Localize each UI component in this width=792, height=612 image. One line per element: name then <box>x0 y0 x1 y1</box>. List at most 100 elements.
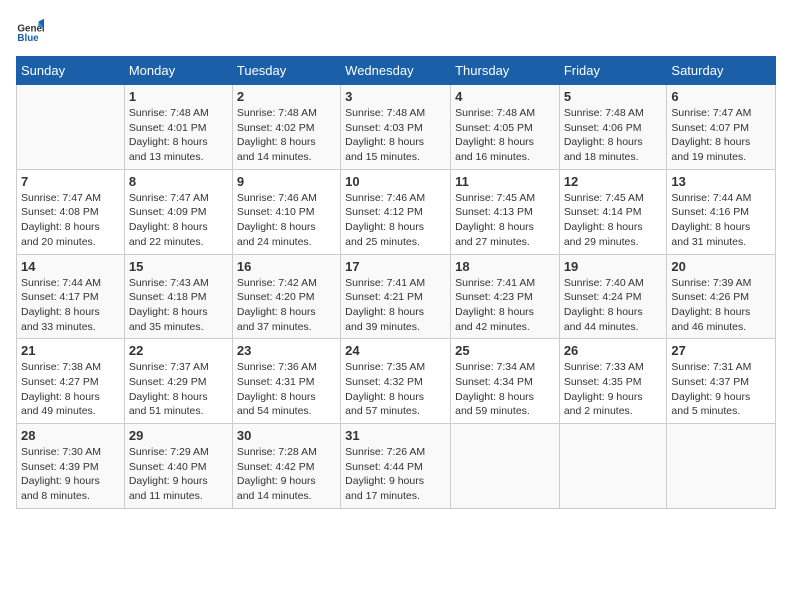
logo: General Blue <box>16 16 46 44</box>
day-info: Sunrise: 7:39 AMSunset: 4:26 PMDaylight:… <box>671 276 771 335</box>
calendar-week-3: 14 Sunrise: 7:44 AMSunset: 4:17 PMDayligh… <box>17 254 776 339</box>
calendar-cell: 11 Sunrise: 7:45 AMSunset: 4:13 PMDayligh… <box>451 169 560 254</box>
day-number: 12 <box>564 174 663 189</box>
day-info: Sunrise: 7:47 AMSunset: 4:09 PMDaylight:… <box>129 191 228 250</box>
calendar-cell: 19 Sunrise: 7:40 AMSunset: 4:24 PMDayligh… <box>559 254 667 339</box>
calendar-cell: 23 Sunrise: 7:36 AMSunset: 4:31 PMDayligh… <box>232 339 340 424</box>
day-info: Sunrise: 7:28 AMSunset: 4:42 PMDaylight:… <box>237 445 336 504</box>
calendar-cell: 5Sunrise: 7:48 AMSunset: 4:06 PMDaylight… <box>559 85 667 170</box>
day-number: 29 <box>129 428 228 443</box>
calendar-cell: 4Sunrise: 7:48 AMSunset: 4:05 PMDaylight… <box>451 85 560 170</box>
weekday-header-friday: Friday <box>559 57 667 85</box>
calendar-cell <box>559 424 667 509</box>
calendar-cell: 9Sunrise: 7:46 AMSunset: 4:10 PMDaylight… <box>232 169 340 254</box>
day-number: 30 <box>237 428 336 443</box>
calendar-cell: 15 Sunrise: 7:43 AMSunset: 4:18 PMDayligh… <box>124 254 232 339</box>
day-info: Sunrise: 7:26 AMSunset: 4:44 PMDaylight:… <box>345 445 446 504</box>
calendar-week-5: 28Sunrise: 7:30 AMSunset: 4:39 PMDayligh… <box>17 424 776 509</box>
day-number: 21 <box>21 343 120 358</box>
day-info: Sunrise: 7:36 AMSunset: 4:31 PMDaylight:… <box>237 360 336 419</box>
calendar-cell: 26 Sunrise: 7:33 AMSunset: 4:35 PMDayligh… <box>559 339 667 424</box>
day-info: Sunrise: 7:45 AMSunset: 4:13 PMDaylight:… <box>455 191 555 250</box>
day-number: 15 <box>129 259 228 274</box>
calendar-cell: 17 Sunrise: 7:41 AMSunset: 4:21 PMDayligh… <box>341 254 451 339</box>
day-number: 7 <box>21 174 120 189</box>
day-number: 5 <box>564 89 663 104</box>
day-info: Sunrise: 7:31 AMSunset: 4:37 PMDaylight:… <box>671 360 771 419</box>
day-info: Sunrise: 7:44 AMSunset: 4:17 PMDaylight:… <box>21 276 120 335</box>
day-info: Sunrise: 7:42 AMSunset: 4:20 PMDaylight:… <box>237 276 336 335</box>
calendar-cell: 18 Sunrise: 7:41 AMSunset: 4:23 PMDayligh… <box>451 254 560 339</box>
day-number: 18 <box>455 259 555 274</box>
calendar-week-4: 21 Sunrise: 7:38 AMSunset: 4:27 PMDayligh… <box>17 339 776 424</box>
day-number: 13 <box>671 174 771 189</box>
day-info: Sunrise: 7:41 AMSunset: 4:23 PMDaylight:… <box>455 276 555 335</box>
calendar-table: SundayMondayTuesdayWednesdayThursdayFrid… <box>16 56 776 509</box>
day-info: Sunrise: 7:29 AMSunset: 4:40 PMDaylight:… <box>129 445 228 504</box>
calendar-cell: 1Sunrise: 7:48 AMSunset: 4:01 PMDaylight… <box>124 85 232 170</box>
weekday-header-tuesday: Tuesday <box>232 57 340 85</box>
day-number: 3 <box>345 89 446 104</box>
calendar-cell: 21 Sunrise: 7:38 AMSunset: 4:27 PMDayligh… <box>17 339 125 424</box>
calendar-cell: 16Sunrise: 7:42 AMSunset: 4:20 PMDayligh… <box>232 254 340 339</box>
day-info: Sunrise: 7:46 AMSunset: 4:12 PMDaylight:… <box>345 191 446 250</box>
weekday-header-monday: Monday <box>124 57 232 85</box>
weekday-header-saturday: Saturday <box>667 57 776 85</box>
day-number: 20 <box>671 259 771 274</box>
calendar-week-1: 1Sunrise: 7:48 AMSunset: 4:01 PMDaylight… <box>17 85 776 170</box>
day-info: Sunrise: 7:44 AMSunset: 4:16 PMDaylight:… <box>671 191 771 250</box>
weekday-header-sunday: Sunday <box>17 57 125 85</box>
day-info: Sunrise: 7:46 AMSunset: 4:10 PMDaylight:… <box>237 191 336 250</box>
day-info: Sunrise: 7:48 AMSunset: 4:02 PMDaylight:… <box>237 106 336 165</box>
day-info: Sunrise: 7:48 AMSunset: 4:05 PMDaylight:… <box>455 106 555 165</box>
day-info: Sunrise: 7:41 AMSunset: 4:21 PMDaylight:… <box>345 276 446 335</box>
page-header: General Blue <box>16 16 776 44</box>
day-number: 17 <box>345 259 446 274</box>
day-info: Sunrise: 7:43 AMSunset: 4:18 PMDaylight:… <box>129 276 228 335</box>
calendar-cell: 6 Sunrise: 7:47 AMSunset: 4:07 PMDaylight… <box>667 85 776 170</box>
calendar-cell: 24Sunrise: 7:35 AMSunset: 4:32 PMDayligh… <box>341 339 451 424</box>
calendar-cell: 3 Sunrise: 7:48 AMSunset: 4:03 PMDaylight… <box>341 85 451 170</box>
day-number: 22 <box>129 343 228 358</box>
calendar-cell: 29 Sunrise: 7:29 AMSunset: 4:40 PMDayligh… <box>124 424 232 509</box>
day-info: Sunrise: 7:48 AMSunset: 4:03 PMDaylight:… <box>345 106 446 165</box>
day-info: Sunrise: 7:40 AMSunset: 4:24 PMDaylight:… <box>564 276 663 335</box>
calendar-cell: 14 Sunrise: 7:44 AMSunset: 4:17 PMDayligh… <box>17 254 125 339</box>
calendar-cell: 28Sunrise: 7:30 AMSunset: 4:39 PMDayligh… <box>17 424 125 509</box>
day-info: Sunrise: 7:45 AMSunset: 4:14 PMDaylight:… <box>564 191 663 250</box>
calendar-cell <box>667 424 776 509</box>
day-number: 19 <box>564 259 663 274</box>
weekday-header-thursday: Thursday <box>451 57 560 85</box>
calendar-week-2: 7 Sunrise: 7:47 AMSunset: 4:08 PMDaylight… <box>17 169 776 254</box>
day-info: Sunrise: 7:33 AMSunset: 4:35 PMDaylight:… <box>564 360 663 419</box>
day-number: 10 <box>345 174 446 189</box>
day-number: 11 <box>455 174 555 189</box>
day-number: 23 <box>237 343 336 358</box>
day-info: Sunrise: 7:37 AMSunset: 4:29 PMDaylight:… <box>129 360 228 419</box>
calendar-cell: 20 Sunrise: 7:39 AMSunset: 4:26 PMDayligh… <box>667 254 776 339</box>
day-number: 6 <box>671 89 771 104</box>
day-info: Sunrise: 7:47 AMSunset: 4:08 PMDaylight:… <box>21 191 120 250</box>
day-number: 8 <box>129 174 228 189</box>
calendar-cell <box>451 424 560 509</box>
day-number: 1 <box>129 89 228 104</box>
day-info: Sunrise: 7:47 AMSunset: 4:07 PMDaylight:… <box>671 106 771 165</box>
day-number: 2 <box>237 89 336 104</box>
calendar-cell: 7 Sunrise: 7:47 AMSunset: 4:08 PMDaylight… <box>17 169 125 254</box>
weekday-header-wednesday: Wednesday <box>341 57 451 85</box>
calendar-cell: 8 Sunrise: 7:47 AMSunset: 4:09 PMDaylight… <box>124 169 232 254</box>
day-number: 26 <box>564 343 663 358</box>
calendar-cell: 10 Sunrise: 7:46 AMSunset: 4:12 PMDayligh… <box>341 169 451 254</box>
day-info: Sunrise: 7:30 AMSunset: 4:39 PMDaylight:… <box>21 445 120 504</box>
calendar-cell: 25Sunrise: 7:34 AMSunset: 4:34 PMDayligh… <box>451 339 560 424</box>
day-number: 27 <box>671 343 771 358</box>
day-info: Sunrise: 7:35 AMSunset: 4:32 PMDaylight:… <box>345 360 446 419</box>
day-info: Sunrise: 7:34 AMSunset: 4:34 PMDaylight:… <box>455 360 555 419</box>
day-info: Sunrise: 7:38 AMSunset: 4:27 PMDaylight:… <box>21 360 120 419</box>
calendar-cell <box>17 85 125 170</box>
day-number: 14 <box>21 259 120 274</box>
calendar-cell: 27 Sunrise: 7:31 AMSunset: 4:37 PMDayligh… <box>667 339 776 424</box>
calendar-cell: 13 Sunrise: 7:44 AMSunset: 4:16 PMDayligh… <box>667 169 776 254</box>
calendar-cell: 12 Sunrise: 7:45 AMSunset: 4:14 PMDayligh… <box>559 169 667 254</box>
calendar-cell: 2 Sunrise: 7:48 AMSunset: 4:02 PMDaylight… <box>232 85 340 170</box>
